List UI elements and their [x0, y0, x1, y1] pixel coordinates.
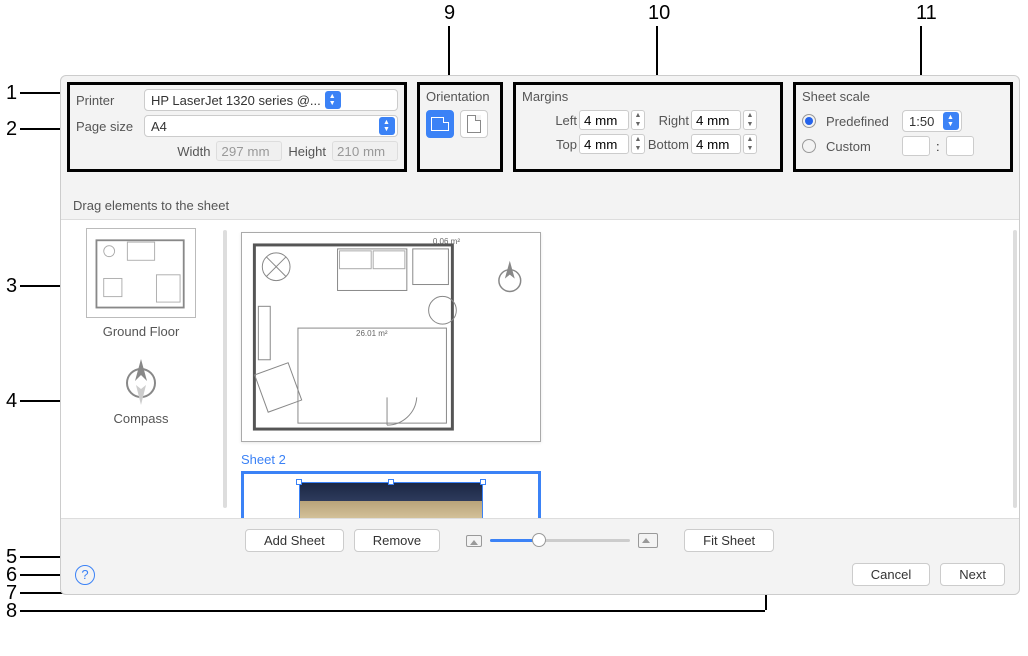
- drag-elements-label: Drag elements to the sheet: [61, 178, 1019, 219]
- landscape-icon: [431, 117, 449, 131]
- scale-custom-num[interactable]: [902, 136, 930, 156]
- add-sheet-button[interactable]: Add Sheet: [245, 529, 344, 552]
- content-area: Ground Floor Compass 0.06 m²: [61, 219, 1019, 519]
- margin-bottom-input[interactable]: [691, 134, 741, 154]
- sheet-2-preview[interactable]: [241, 471, 541, 518]
- cancel-button[interactable]: Cancel: [852, 563, 930, 586]
- margins-panel: Margins Left ▲▼ Right ▲▼ Top ▲▼: [513, 82, 783, 172]
- scale-predefined-value: 1:50: [909, 114, 939, 129]
- sheet-1-preview[interactable]: 0.06 m²: [241, 232, 541, 442]
- scale-predefined-label: Predefined: [826, 114, 896, 129]
- margin-top-stepper[interactable]: ▲▼: [631, 134, 645, 154]
- printer-select[interactable]: HP LaserJet 1320 series @...: [144, 89, 398, 111]
- orientation-panel: Orientation: [417, 82, 503, 172]
- zoom-in-icon: [638, 533, 658, 548]
- callout-9: 9: [444, 2, 455, 25]
- width-input: [216, 141, 282, 161]
- margin-top-input[interactable]: [579, 134, 629, 154]
- sheet-2-label: Sheet 2: [241, 452, 1001, 467]
- margin-left-stepper[interactable]: ▲▼: [631, 110, 645, 130]
- page-size-select[interactable]: A4: [144, 115, 398, 137]
- printer-page-panel: Printer HP LaserJet 1320 series @... Pag…: [67, 82, 407, 172]
- elements-palette[interactable]: Ground Floor Compass: [61, 220, 221, 518]
- zoom-slider-track[interactable]: [490, 539, 630, 542]
- dialog-footer: ? Cancel Next: [61, 555, 1019, 594]
- height-label: Height: [288, 144, 326, 159]
- callout-8: 8: [6, 600, 17, 623]
- sheet-scale-panel: Sheet scale Predefined 1:50 Custom :: [793, 82, 1013, 172]
- orientation-label: Orientation: [426, 89, 494, 104]
- page-size-value: A4: [151, 119, 375, 134]
- ground-floor-thumbnail: [86, 228, 196, 318]
- sheets-area[interactable]: 0.06 m²: [229, 220, 1013, 518]
- scale-custom-label: Custom: [826, 139, 896, 154]
- callout-11: 11: [916, 2, 937, 25]
- next-button[interactable]: Next: [940, 563, 1005, 586]
- scale-predefined-select[interactable]: 1:50: [902, 110, 962, 132]
- portrait-icon: [467, 115, 481, 133]
- palette-ground-floor[interactable]: Ground Floor: [69, 228, 213, 339]
- margin-left-input[interactable]: [579, 110, 629, 130]
- margin-bottom-label: Bottom: [647, 137, 689, 152]
- zoom-out-icon: [466, 535, 482, 547]
- palette-scrollbar[interactable]: [223, 230, 227, 508]
- callout-2: 2: [6, 118, 17, 141]
- margin-bottom-stepper[interactable]: ▲▼: [743, 134, 757, 154]
- dropdown-caret-icon: [379, 117, 395, 135]
- orientation-landscape-button[interactable]: [426, 110, 454, 138]
- margins-label: Margins: [522, 89, 774, 104]
- sheet-2-render[interactable]: [299, 482, 483, 518]
- dropdown-caret-icon: [943, 112, 959, 130]
- print-dialog: Printer HP LaserJet 1320 series @... Pag…: [60, 75, 1020, 595]
- compass-icon: [121, 355, 161, 405]
- page-size-label: Page size: [76, 119, 138, 134]
- sheet-scale-label: Sheet scale: [802, 89, 1004, 104]
- zoom-slider-thumb[interactable]: [532, 533, 546, 547]
- width-label: Width: [177, 144, 210, 159]
- zoom-slider: [466, 533, 658, 548]
- orientation-portrait-button[interactable]: [460, 110, 488, 138]
- palette-ground-floor-label: Ground Floor: [69, 324, 213, 339]
- callout-4: 4: [6, 390, 17, 413]
- area-label-mid-text: 26.01 m²: [356, 329, 388, 338]
- scale-custom-sep: :: [936, 139, 940, 154]
- callout-3: 3: [6, 275, 17, 298]
- scale-predefined-radio[interactable]: [802, 114, 816, 128]
- height-input: [332, 141, 398, 161]
- help-button[interactable]: ?: [75, 565, 95, 585]
- palette-compass-label: Compass: [69, 411, 213, 426]
- palette-compass[interactable]: Compass: [69, 355, 213, 426]
- margin-top-label: Top: [539, 137, 577, 152]
- scale-custom-den[interactable]: [946, 136, 974, 156]
- printer-value: HP LaserJet 1320 series @...: [151, 93, 321, 108]
- dropdown-caret-icon: [325, 91, 341, 109]
- margin-right-label: Right: [647, 113, 689, 128]
- fit-sheet-button[interactable]: Fit Sheet: [684, 529, 774, 552]
- margin-right-input[interactable]: [691, 110, 741, 130]
- callout-1: 1: [6, 82, 17, 105]
- callout-10: 10: [648, 2, 670, 25]
- scale-custom-radio[interactable]: [802, 139, 816, 153]
- margin-right-stepper[interactable]: ▲▼: [743, 110, 757, 130]
- sheets-scrollbar[interactable]: [1013, 230, 1017, 508]
- remove-button[interactable]: Remove: [354, 529, 440, 552]
- margin-left-label: Left: [539, 113, 577, 128]
- printer-label: Printer: [76, 93, 138, 108]
